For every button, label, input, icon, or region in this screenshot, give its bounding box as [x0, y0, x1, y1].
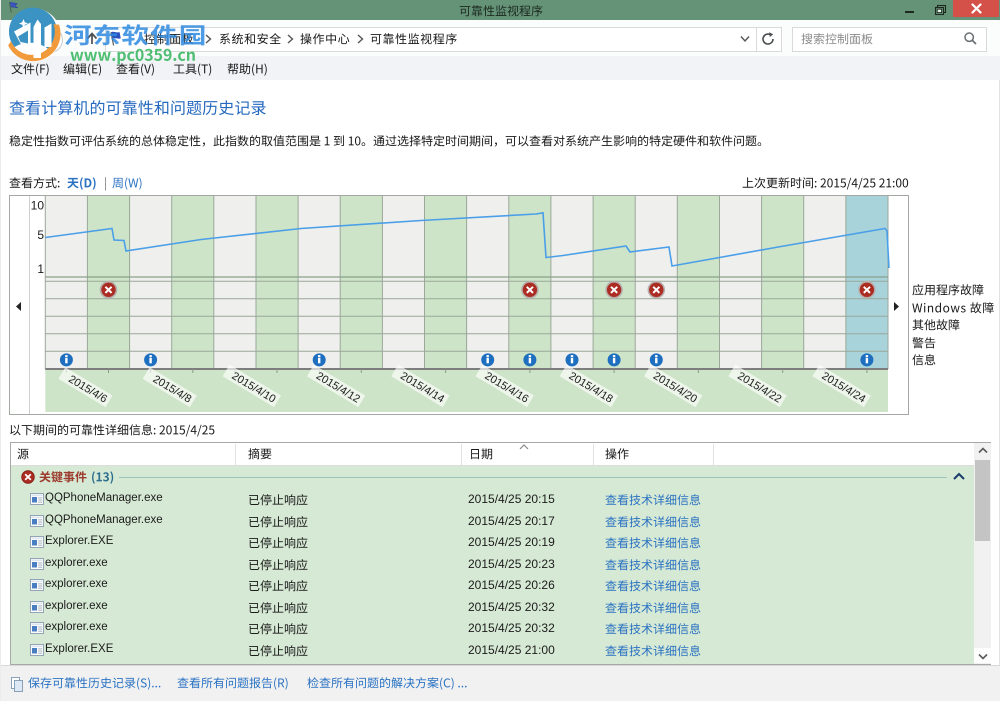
svg-text:1: 1 — [37, 262, 44, 276]
svg-text:5: 5 — [37, 228, 44, 242]
svg-text:10: 10 — [31, 199, 45, 213]
